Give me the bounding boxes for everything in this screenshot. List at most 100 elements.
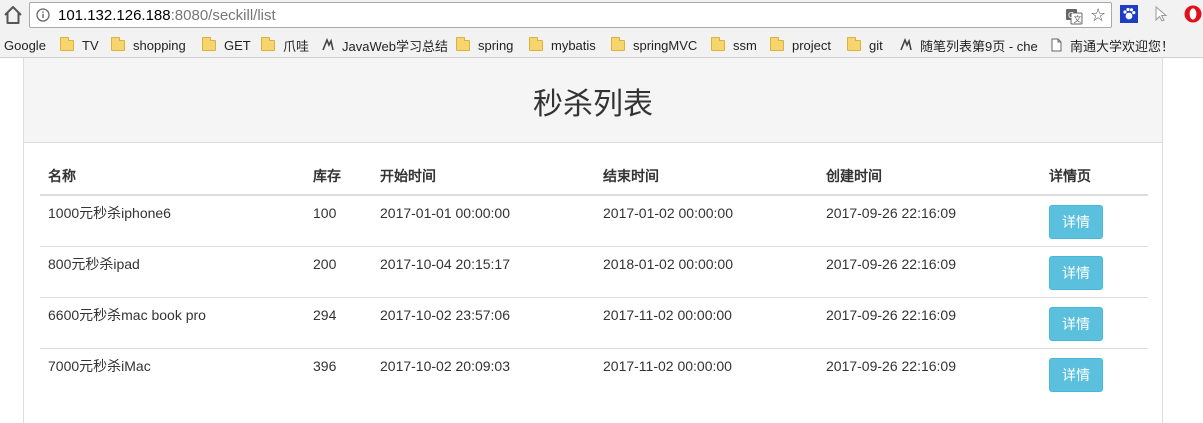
folder-icon — [529, 36, 543, 51]
cell-create-time: 2017-09-26 22:16:09 — [818, 347, 1041, 399]
seckill-table: 名称 库存 开始时间 结束时间 创建时间 详情页 1000元秒杀iphone6 … — [40, 157, 1148, 399]
cell-end-time: 2017-11-02 00:00:00 — [595, 347, 818, 399]
paw-extension-icon[interactable] — [1120, 5, 1138, 23]
cell-name: 1000元秒杀iphone6 — [40, 195, 305, 246]
folder-icon — [261, 36, 275, 51]
cell-create-time: 2017-09-26 22:16:09 — [818, 296, 1041, 348]
cell-start-time: 2017-01-01 00:00:00 — [372, 195, 595, 246]
url-path: :8080/seckill/list — [170, 7, 276, 24]
folder-icon — [770, 36, 784, 51]
bookmark-tv[interactable]: TV — [60, 36, 99, 54]
bookmark-label: 爪哇 — [283, 38, 310, 54]
cell-name: 800元秒杀ipad — [40, 245, 305, 297]
detail-button[interactable]: 详情 — [1049, 255, 1103, 290]
bookmark-javaweb[interactable]: JavaWeb学习总结 — [321, 36, 448, 54]
bookmark-java[interactable]: 爪哇 — [261, 36, 309, 54]
cell-name: 6600元秒杀mac book pro — [40, 296, 305, 348]
cell-stock-text: 294 — [313, 306, 337, 323]
table-header-row: 名称 库存 开始时间 结束时间 创建时间 详情页 — [40, 157, 1148, 196]
cell-create-text: 2017-09-26 22:16:09 — [826, 204, 956, 221]
cell-start-text: 2017-10-04 20:15:17 — [380, 255, 510, 272]
column-header-start-time: 开始时间 — [372, 157, 595, 196]
cell-end-time: 2017-01-02 00:00:00 — [595, 195, 818, 246]
bookmark-get[interactable]: GET — [202, 36, 251, 54]
url-text[interactable]: 101.132.126.188:8080/seckill/list — [58, 7, 276, 24]
cell-name-text: 6600元秒杀mac book pro — [48, 306, 206, 323]
detail-button[interactable]: 详情 — [1049, 306, 1103, 341]
bookmark-label: springMVC — [633, 37, 698, 53]
column-header-end-time: 结束时间 — [595, 157, 818, 196]
bookmark-label: GET — [224, 37, 251, 53]
cell-stock-text: 200 — [313, 255, 337, 272]
seckill-panel: 秒杀列表 名称 库存 开始时间 结束时间 创建时间 详情页 1000元秒杀iph… — [23, 58, 1163, 423]
bookmark-spring[interactable]: spring — [456, 36, 513, 54]
cell-create-text: 2017-09-26 22:16:09 — [826, 357, 956, 374]
site-favicon-icon — [322, 38, 334, 51]
column-header-detail: 详情页 — [1041, 157, 1148, 196]
bookmark-google[interactable]: Google — [4, 36, 46, 54]
detail-button[interactable]: 详情 — [1049, 357, 1103, 392]
cell-end-text: 2017-01-02 00:00:00 — [603, 204, 733, 221]
bookmark-blog-list[interactable]: 随笔列表第9页 - che — [899, 36, 1038, 54]
bookmark-label: 随笔列表第9页 - che — [920, 38, 1038, 54]
cell-end-text: 2017-11-02 00:00:00 — [603, 306, 732, 323]
bookmark-ntu[interactable]: 南通大学欢迎您！ — [1049, 36, 1174, 54]
bookmark-label: ssm — [733, 37, 757, 53]
svg-text:文: 文 — [1074, 14, 1082, 24]
site-info-icon[interactable] — [36, 8, 50, 22]
folder-icon — [111, 36, 125, 51]
column-header-stock: 库存 — [305, 157, 372, 196]
cell-create-text: 2017-09-26 22:16:09 — [826, 306, 956, 323]
cell-detail: 详情 — [1041, 347, 1148, 399]
opera-extension-icon[interactable] — [1184, 5, 1202, 23]
folder-icon — [611, 36, 625, 51]
bookmark-star-icon[interactable]: ☆ — [1090, 4, 1106, 26]
page-title: 秒杀列表 — [533, 87, 653, 122]
folder-icon — [60, 36, 74, 51]
cell-end-text: 2017-11-02 00:00:00 — [603, 357, 732, 374]
cell-detail: 详情 — [1041, 245, 1148, 297]
cell-start-time: 2017-10-02 23:57:06 — [372, 296, 595, 348]
folder-icon — [711, 36, 725, 51]
url-host: 101.132.126.188 — [58, 7, 171, 24]
page-icon — [1051, 38, 1062, 52]
cursor-extension-icon[interactable] — [1152, 5, 1170, 23]
cell-stock: 396 — [305, 347, 372, 399]
bookmark-project[interactable]: project — [770, 36, 831, 54]
cell-stock: 100 — [305, 195, 372, 246]
table-row: 7000元秒杀iMac 396 2017-10-02 20:09:03 2017… — [40, 347, 1148, 399]
bookmark-label: 南通大学欢迎您！ — [1070, 38, 1175, 54]
bookmark-mybatis[interactable]: mybatis — [529, 36, 596, 54]
bookmark-shopping[interactable]: shopping — [111, 36, 186, 54]
cell-start-time: 2017-10-02 20:09:03 — [372, 347, 595, 399]
panel-heading: 秒杀列表 — [24, 58, 1162, 143]
browser-toolbar: 101.132.126.188:8080/seckill/list G 文 ☆ — [0, 0, 1203, 31]
cell-start-text: 2017-10-02 23:57:06 — [380, 306, 510, 323]
table-row: 800元秒杀ipad 200 2017-10-04 20:15:17 2018-… — [40, 245, 1148, 297]
cell-name-text: 800元秒杀ipad — [48, 255, 140, 272]
home-icon[interactable] — [2, 4, 24, 26]
bookmark-label: mybatis — [551, 37, 596, 53]
cell-start-time: 2017-10-04 20:15:17 — [372, 245, 595, 297]
cell-detail: 详情 — [1041, 296, 1148, 348]
bookmark-label: TV — [82, 37, 99, 53]
detail-button[interactable]: 详情 — [1049, 204, 1103, 239]
cell-name-text: 1000元秒杀iphone6 — [48, 204, 171, 221]
translate-icon[interactable]: G 文 — [1065, 7, 1083, 25]
bookmark-ssm[interactable]: ssm — [711, 36, 757, 54]
cell-stock-text: 100 — [313, 204, 337, 221]
cell-end-text: 2018-01-02 00:00:00 — [603, 255, 733, 272]
bookmark-label: project — [792, 37, 832, 53]
bookmark-git[interactable]: git — [847, 36, 883, 54]
cell-create-text: 2017-09-26 22:16:09 — [826, 255, 956, 272]
cell-start-text: 2017-01-01 00:00:00 — [380, 204, 510, 221]
cell-create-time: 2017-09-26 22:16:09 — [818, 195, 1041, 246]
cell-stock: 200 — [305, 245, 372, 297]
table-row: 1000元秒杀iphone6 100 2017-01-01 00:00:00 2… — [40, 195, 1148, 246]
column-header-name: 名称 — [40, 157, 305, 196]
address-bar[interactable]: 101.132.126.188:8080/seckill/list G 文 ☆ — [29, 2, 1112, 28]
cell-stock: 294 — [305, 296, 372, 348]
bookmark-springmvc[interactable]: springMVC — [611, 36, 697, 54]
folder-icon — [202, 36, 216, 51]
bookmark-label: JavaWeb学习总结 — [342, 38, 448, 54]
